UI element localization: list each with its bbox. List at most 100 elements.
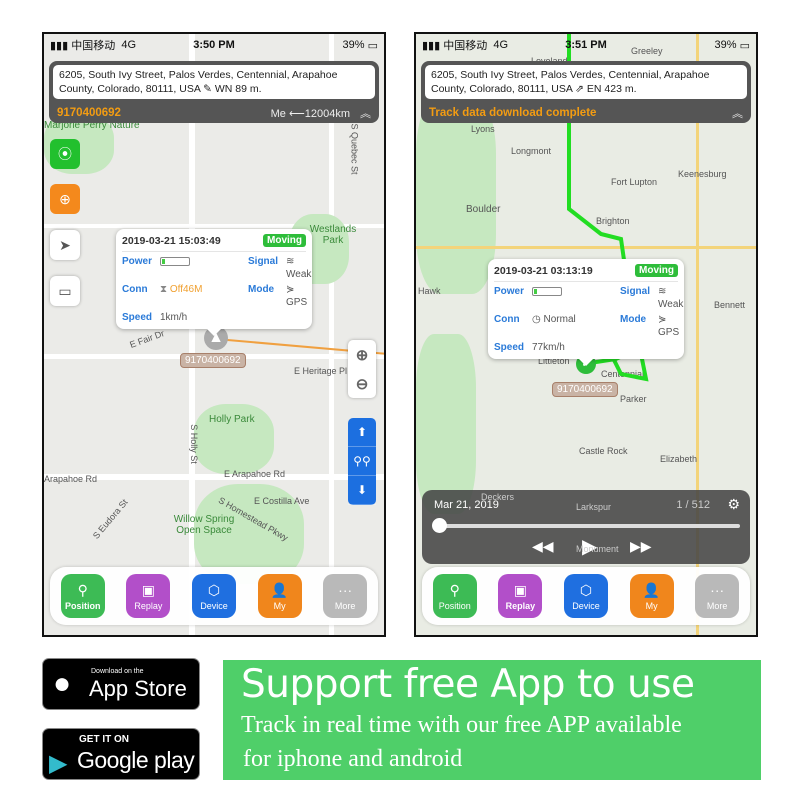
clock-icon: ◷ [532,314,544,325]
location-pin-icon: ⚲ [77,581,88,598]
tab-my[interactable]: 👤 My [629,574,674,618]
banner-line-1: Track in real time with our free APP ava… [241,712,682,738]
tab-label: Position [65,600,101,611]
signal-icon: ▮▮▮ [50,39,72,52]
tab-label: My [645,600,658,611]
zoom-out-icon[interactable]: ⊖ [348,369,376,398]
hourglass-icon: ⧗ [160,284,170,295]
network: 4G [493,39,509,51]
signal-value: Weak [286,269,312,280]
map-label: Larkspur [576,502,612,512]
more-icon: ··· [338,581,353,598]
status-bar: ▮▮▮ 中国移动 4G 3:51 PM 39% ▭ [416,34,756,56]
conn-label: Conn [122,284,148,295]
fast-forward-icon[interactable]: ▶▶ [630,538,652,555]
battery-icon [532,286,562,296]
status-badge: Moving [263,234,306,247]
map-label: Deckers [481,492,515,502]
tab-label: Replay [505,600,536,611]
speed-label: Speed [122,312,153,323]
network: 4G [121,39,137,51]
zoom-in-icon[interactable]: ⊕ [348,340,376,369]
person-icon: 👤 [642,581,661,598]
tab-more[interactable]: ··· More [323,574,368,618]
tab-label: Device [200,600,228,611]
popup-datetime: 2019-03-21 03:13:19 [494,264,593,277]
wifi-icon: ≋ [286,256,295,267]
power-label: Power [494,286,525,297]
speed-label: Speed [494,342,525,353]
tab-position[interactable]: ⚲ Position [432,574,477,618]
google-play-badge[interactable]: GET IT ON ▶ Google play [42,728,200,780]
bottom-tab-bar: ⚲ Position ▣ Replay ⬡ Device 👤 My ··· More [50,567,378,625]
speed-value: 1km/h [160,312,188,323]
address-text: 6205, South Ivy Street, Palos Verdes, Ce… [425,65,747,99]
battery-percent: 39% [714,39,737,51]
video-icon: ▣ [513,581,527,598]
tab-device[interactable]: ⬡ Device [563,574,608,618]
popup-datetime: 2019-03-21 15:03:49 [122,234,221,247]
address-panel[interactable]: 6205, South Ivy Street, Palos Verdes, Ce… [49,61,379,123]
tab-my[interactable]: 👤 My [257,574,302,618]
previous-device-icon[interactable]: ⬆ [348,418,376,447]
all-devices-icon[interactable]: ⚲⚲ [348,447,376,476]
play-logo-icon: ▶ [49,750,68,777]
tab-replay[interactable]: ▣ Replay [126,574,171,618]
tab-label: Position [438,600,471,611]
power-label: Power [122,256,153,267]
replay-counter: 1 / 512 [676,499,710,511]
battery-percent: 39% [342,39,365,51]
mode-label: Mode [620,314,647,325]
location-pin-icon[interactable]: ⦿ [50,139,80,169]
location-pin-icon: ⚲ [449,581,460,598]
cube-icon: ⬡ [579,581,593,598]
apple-logo-icon: ● [53,667,72,700]
slider-handle[interactable] [432,518,447,533]
rewind-icon[interactable]: ◀◀ [532,538,554,555]
status-bar: ▮▮▮ 中国移动 4G 3:50 PM 39% ▭ [44,34,384,56]
carrier: 中国移动 [71,40,116,52]
tab-position[interactable]: ⚲ Position [60,574,105,618]
device-info-popup: 2019-03-21 15:03:49 Moving Power Signal ≋ … [116,229,312,336]
target-icon[interactable]: ⊕ [50,184,80,214]
tab-replay[interactable]: ▣ Replay [498,574,543,618]
satellite-icon: ⋟ [286,284,295,295]
tab-label: More [706,600,728,611]
conn-label: Conn [494,314,520,325]
cube-icon: ⬡ [207,581,221,598]
next-device-icon[interactable]: ⬇ [348,476,376,505]
tab-label: My [273,600,286,611]
battery-icon: ▭ [736,39,750,52]
carrier: 中国移动 [443,40,488,52]
address-text: 6205, South Ivy Street, Palos Verdes, Ce… [53,65,375,99]
more-icon: ··· [710,581,725,598]
signal-value: Weak [658,299,684,310]
bottom-tab-bar: ⚲ Position ▣ Replay ⬡ Device 👤 My ··· More [422,567,750,625]
video-icon: ▣ [141,581,155,598]
replay-progress-slider[interactable] [432,518,740,533]
address-panel[interactable]: 6205, South Ivy Street, Palos Verdes, Ce… [421,61,751,123]
mode-label: Mode [248,284,275,295]
marker-label: 9170400692 [552,382,618,397]
app-store-badge[interactable]: ● Download on the App Store [42,658,200,710]
wifi-icon: ≋ [658,286,667,297]
device-switch-controls: ⬆ ⚲⚲ ⬇ [348,418,376,505]
navigate-icon[interactable]: ➤ [50,230,80,260]
speed-value: 77km/h [532,342,565,353]
distance-from-me: Me ⟵12004km [270,107,350,120]
signal-label: Signal [620,286,651,297]
status-badge: Moving [635,264,678,277]
conn-value: Normal [543,314,576,325]
badge-big-text: App Store [89,676,187,701]
right-phone-screen: Greeley Loveland Lyons Longmont Boulder … [414,32,758,637]
conn-value: Off46M [169,284,203,295]
collapse-chevron-icon[interactable]: ︽ [732,105,743,121]
tab-device[interactable]: ⬡ Device [191,574,236,618]
tab-more[interactable]: ··· More [695,574,740,618]
status-message: Track data download complete [429,107,597,119]
gear-icon[interactable]: ⚙ [727,496,740,513]
tab-label: More [334,600,356,611]
collapse-chevron-icon[interactable]: ︽ [360,105,371,121]
map-layer-icon[interactable]: ▭ [50,276,80,306]
badge-small-text: Download on the [91,668,144,675]
